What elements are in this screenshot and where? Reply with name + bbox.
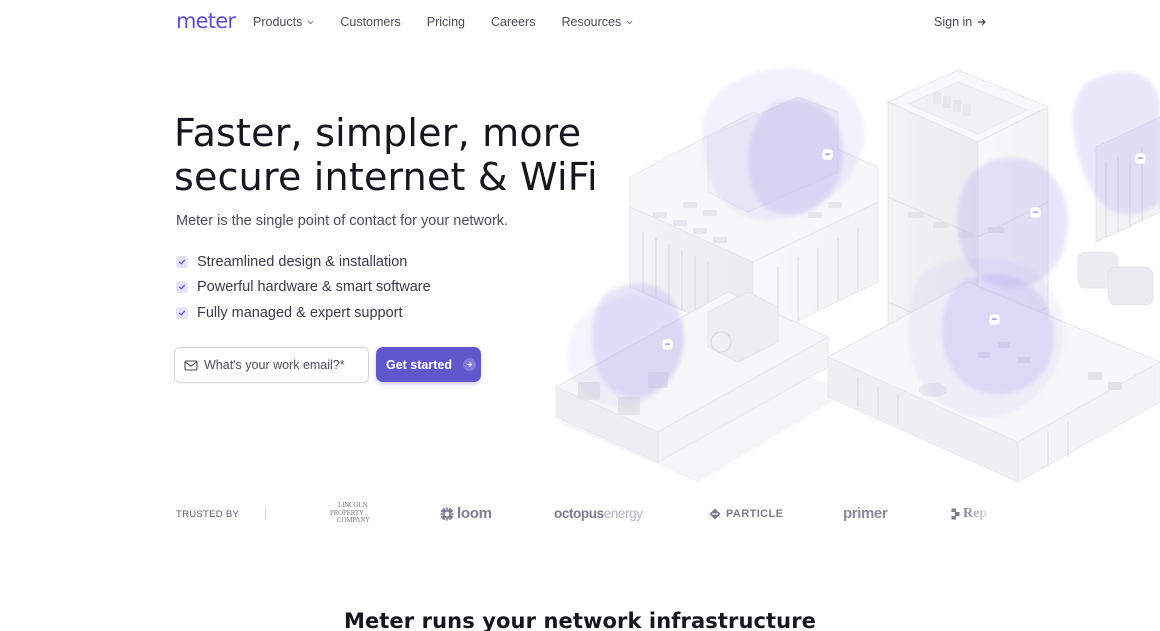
feature-list: Streamlined design & installation Powerf…: [176, 249, 431, 326]
arrow-right-circle-icon: [463, 358, 476, 371]
nav-item-resources[interactable]: Resources: [561, 15, 633, 29]
truck: [1077, 251, 1154, 306]
work-email-field[interactable]: [174, 347, 369, 383]
top-nav: meter Products Customers Pricing Careers…: [0, 0, 1160, 45]
meter-logo[interactable]: meter: [176, 9, 236, 33]
chevron-down-icon: [307, 20, 314, 24]
feature-label: Powerful hardware & smart software: [197, 279, 431, 296]
access-point-icon: [821, 148, 834, 161]
get-started-label: Get started: [386, 357, 452, 372]
replit-icon: [951, 508, 960, 520]
brand-logo-particle: PARTICLE: [709, 508, 783, 520]
brand-label: PARTICLE: [726, 508, 784, 520]
section-title: Meter runs your network infrastructure: [343, 609, 817, 631]
nav-item-products[interactable]: Products: [253, 15, 314, 29]
nav-item-label: Products: [253, 15, 303, 29]
nav-item-label: Careers: [491, 15, 536, 29]
work-email-input[interactable]: [204, 358, 364, 372]
network-illustration: [555, 68, 1160, 483]
brand-label-bold: octopus: [554, 506, 604, 521]
logo-strip-fade: [965, 498, 995, 528]
nav-links: Products Customers Pricing Careers Resou…: [253, 15, 659, 29]
particle-diamond-icon: [709, 508, 721, 520]
trusted-divider: [265, 509, 266, 520]
sign-in-label: Sign in: [934, 15, 973, 29]
brand-logo-lincoln-property: Lincoln Property Company: [330, 501, 370, 525]
access-point-icon: [661, 338, 674, 351]
feature-item: Powerful hardware & smart software: [176, 275, 431, 301]
access-point-icon: [988, 313, 1001, 326]
nav-item-careers[interactable]: Careers: [491, 15, 535, 29]
nav-item-pricing[interactable]: Pricing: [427, 15, 465, 29]
loom-burst-icon: [440, 506, 454, 521]
mail-icon: [184, 359, 198, 371]
get-started-button[interactable]: Get started: [376, 347, 481, 382]
brand-logo-loom: loom: [440, 505, 492, 522]
access-point-icon: [1134, 152, 1147, 165]
trusted-by-label: TRUSTED BY: [176, 509, 240, 520]
nav-item-label: Resources: [561, 15, 622, 29]
nav-item-label: Pricing: [426, 15, 465, 29]
brand-logo-primer: primer: [843, 505, 888, 522]
hero-subtitle: Meter is the single point of contact for…: [176, 213, 509, 229]
feature-item: Streamlined design & installation: [176, 249, 431, 275]
chevron-down-icon: [626, 20, 633, 24]
check-icon: [176, 306, 188, 319]
feature-label: Fully managed & expert support: [197, 304, 403, 321]
brand-label: loom: [457, 505, 492, 522]
brand-label-light: energy: [603, 506, 643, 521]
brand-line: Company: [337, 516, 370, 524]
check-icon: [176, 255, 188, 268]
brand-logo-octopus-energy: octopusenergy: [554, 506, 643, 521]
feature-item: Fully managed & expert support: [176, 300, 431, 326]
check-icon: [176, 281, 188, 294]
nav-item-label: Customers: [340, 15, 401, 29]
feature-label: Streamlined design & installation: [197, 253, 408, 270]
access-point-icon: [1029, 206, 1042, 219]
arrow-right-icon: [978, 18, 986, 26]
nav-item-customers[interactable]: Customers: [340, 15, 400, 29]
sign-in-link[interactable]: Sign in: [934, 15, 987, 29]
